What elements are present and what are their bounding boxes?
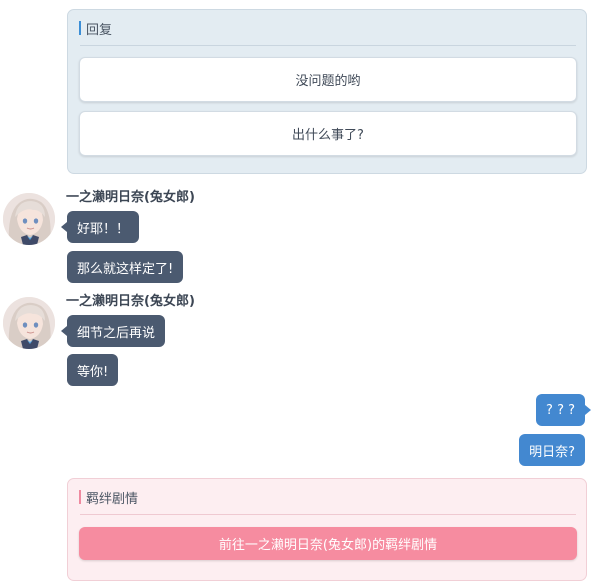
reply-panel-divider — [80, 45, 576, 46]
go-to-bond-story-button[interactable]: 前往一之濑明日奈(兔女郎)的羁绊剧情 — [79, 527, 577, 560]
bond-panel-divider — [80, 514, 576, 515]
bond-accent-bar — [79, 490, 81, 504]
character-avatar-icon[interactable] — [3, 193, 55, 245]
reply-option-2[interactable]: 出什么事了? — [79, 111, 577, 156]
sender-name: 一之濑明日奈(兔女郎) — [66, 294, 195, 309]
reply-panel: 回复 没问题的哟 出什么事了? — [67, 9, 587, 174]
npc-message-bubble: 等你! — [67, 354, 119, 386]
sender-name: 一之濑明日奈(兔女郎) — [66, 190, 195, 205]
npc-message-bubble: 好耶！！ — [60, 211, 140, 243]
reply-panel-header: 回复 — [79, 19, 113, 38]
reply-option-1[interactable]: 没问题的哟 — [79, 57, 577, 102]
npc-message-bubble: 那么就这样定了! — [67, 251, 184, 283]
reply-panel-title: 回复 — [86, 22, 113, 38]
character-avatar-icon[interactable] — [3, 297, 55, 349]
player-message-bubble: 明日奈? — [519, 434, 585, 466]
bond-story-panel: 羁绊剧情 前往一之濑明日奈(兔女郎)的羁绊剧情 — [67, 478, 587, 581]
player-message-bubble: ? ? ? — [536, 394, 591, 426]
reply-accent-bar — [79, 21, 81, 35]
bond-panel-header: 羁绊剧情 — [79, 488, 139, 507]
bond-panel-title: 羁绊剧情 — [86, 491, 139, 507]
npc-message-bubble: 细节之后再说 — [60, 315, 166, 347]
